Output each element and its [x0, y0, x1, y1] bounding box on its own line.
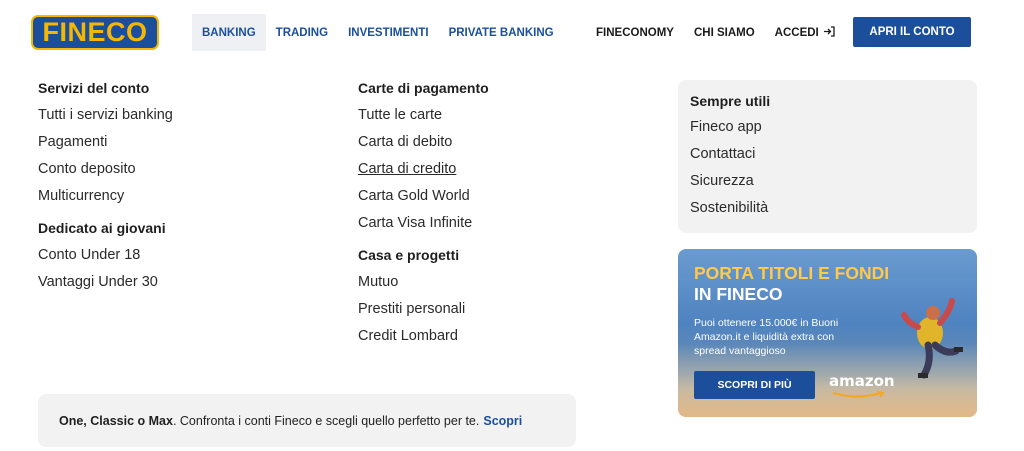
secondary-nav: FINECONOMY CHI SIAMO ACCEDI [586, 14, 845, 51]
nav-chi-siamo[interactable]: CHI SIAMO [684, 14, 765, 51]
compare-accounts-names: One, Classic o Max [59, 413, 173, 428]
menu-item-carta-credito[interactable]: Carta di credito [358, 156, 489, 183]
jumping-person-icon [901, 298, 963, 379]
promo-description: Puoi ottenere 15.000€ in Buoni Amazon.it… [694, 317, 839, 357]
login-arrow-icon [823, 25, 835, 40]
menu-group-title: Carte di pagamento [358, 80, 489, 96]
open-account-button[interactable]: APRI IL CONTO [853, 17, 971, 47]
menu-item-vantaggi-under-30[interactable]: Vantaggi Under 30 [38, 269, 173, 296]
login-link[interactable]: ACCEDI [765, 14, 845, 51]
nav-private-banking[interactable]: PRIVATE BANKING [439, 14, 564, 51]
useful-item-sicurezza[interactable]: Sicurezza [690, 168, 965, 195]
menu-group-giovani: Dedicato ai giovani Conto Under 18 Vanta… [38, 220, 173, 296]
promo-title: PORTA TITOLI E FONDI IN FINECO [694, 263, 889, 305]
menu-group-title: Casa e progetti [358, 247, 460, 263]
compare-discover-link[interactable]: Scopri [483, 414, 522, 428]
menu-item-pagamenti[interactable]: Pagamenti [38, 129, 173, 156]
menu-column-cards: Carte di pagamento Tutte le carte Carta … [358, 80, 489, 350]
main-nav: BANKING TRADING INVESTIMENTI PRIVATE BAN… [192, 14, 564, 51]
promo-title-line1: PORTA TITOLI E FONDI [694, 263, 890, 283]
menu-item-carta-visa-infinite[interactable]: Carta Visa Infinite [358, 210, 489, 237]
login-label: ACCEDI [774, 26, 819, 39]
menu-item-conto-under-18[interactable]: Conto Under 18 [38, 242, 173, 269]
menu-item-carta-gold[interactable]: Carta Gold World [358, 183, 489, 210]
menu-item-mutuo[interactable]: Mutuo [358, 269, 489, 296]
useful-item-contattaci[interactable]: Contattaci [690, 141, 965, 168]
logo-text: FINECO [42, 17, 148, 47]
menu-item-prestiti[interactable]: Prestiti personali [358, 296, 489, 323]
promo-banner[interactable]: PORTA TITOLI E FONDI IN FINECO Puoi otte… [678, 249, 977, 417]
promo-title-line2: IN FINECO [694, 284, 783, 304]
menu-item-tutte-carte[interactable]: Tutte le carte [358, 102, 489, 129]
nav-fineconomy[interactable]: FINECONOMY [586, 14, 684, 51]
useful-item-sostenibilita[interactable]: Sostenibilità [690, 195, 965, 222]
compare-accounts-text: . Confronta i conti Fineco e scegli quel… [172, 413, 480, 428]
amazon-logo: amazon [829, 372, 895, 390]
nav-trading[interactable]: TRADING [266, 14, 338, 51]
menu-group-carte: Carte di pagamento Tutte le carte Carta … [358, 80, 489, 237]
menu-item-conto-deposito[interactable]: Conto deposito [38, 156, 173, 183]
promo-discover-button[interactable]: SCOPRI DI PIÙ [694, 371, 815, 399]
nav-banking[interactable]: BANKING [192, 14, 266, 51]
menu-item-carta-debito[interactable]: Carta di debito [358, 129, 489, 156]
fineco-logo[interactable]: FINECO [31, 15, 159, 50]
nav-investimenti[interactable]: INVESTIMENTI [338, 14, 439, 51]
menu-group-title: Dedicato ai giovani [38, 220, 166, 236]
menu-group-casa: Casa e progetti Mutuo Prestiti personali… [358, 247, 489, 350]
compare-accounts-bar: One, Classic o Max . Confronta i conti F… [38, 394, 576, 447]
menu-item-multicurrency[interactable]: Multicurrency [38, 183, 173, 210]
menu-group-servizi: Servizi del conto Tutti i servizi bankin… [38, 80, 173, 210]
amazon-smile-icon [832, 391, 885, 398]
menu-group-title: Servizi del conto [38, 80, 150, 96]
menu-column-account: Servizi del conto Tutti i servizi bankin… [38, 80, 173, 296]
useful-links-panel: Sempre utili Fineco app Contattaci Sicur… [678, 80, 977, 233]
menu-item-tutti-servizi[interactable]: Tutti i servizi banking [38, 102, 173, 129]
menu-item-credit-lombard[interactable]: Credit Lombard [358, 323, 489, 350]
useful-item-app[interactable]: Fineco app [690, 114, 965, 141]
useful-title: Sempre utili [690, 93, 771, 109]
